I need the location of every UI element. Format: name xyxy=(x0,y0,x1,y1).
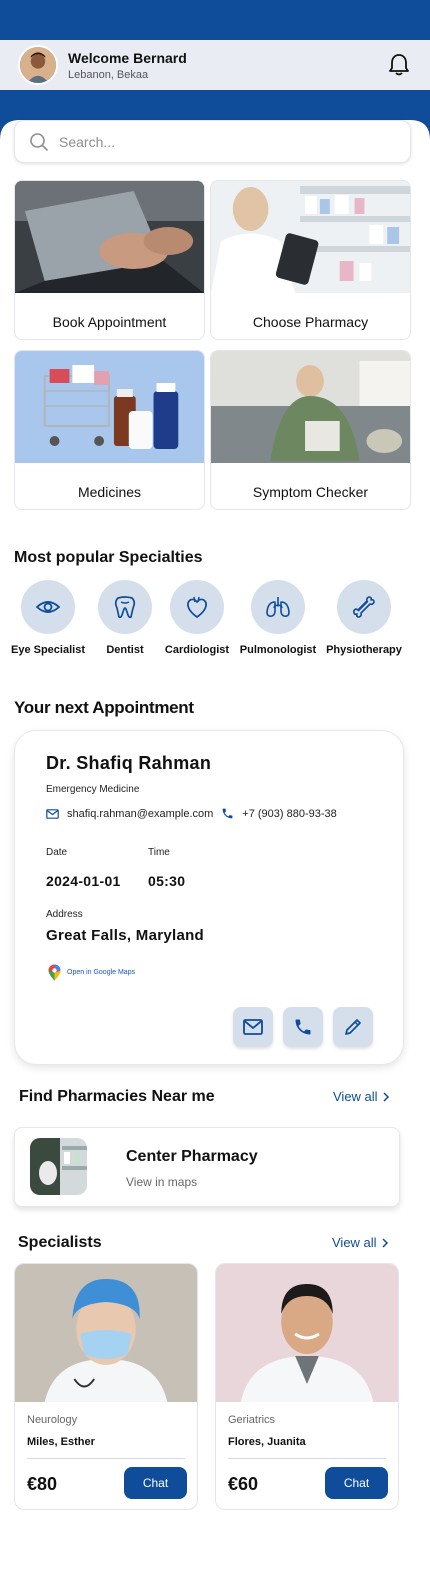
chevron-right-icon xyxy=(383,1091,389,1102)
pharmacy-image xyxy=(211,181,410,293)
pharmacy-item[interactable]: Center Pharmacy View in maps xyxy=(14,1127,400,1207)
medicines-image xyxy=(15,351,204,463)
call-button[interactable] xyxy=(283,1007,323,1047)
specialists-view-all[interactable]: View all xyxy=(332,1235,389,1250)
laptop-image xyxy=(15,181,204,293)
welcome-text: Welcome Bernard xyxy=(68,49,187,66)
specialist-name: Flores, Juanita xyxy=(228,1436,306,1448)
tile-label: Symptom Checker xyxy=(252,483,369,500)
mail-icon xyxy=(243,1019,263,1035)
specialist-photo xyxy=(15,1264,197,1402)
appointment-card[interactable]: Dr. Shafiq Rahman Emergency Medicine sha… xyxy=(14,730,404,1065)
pharmacy-maps-link[interactable]: View in maps xyxy=(126,1175,197,1189)
tile-label: Book Appointment xyxy=(52,313,167,330)
specialist-photo xyxy=(216,1264,398,1402)
doctor-email[interactable]: shafiq.rahman@example.com xyxy=(67,808,213,820)
specialty-cardiologist[interactable]: Cardiologist xyxy=(152,580,242,656)
specialty-label: Cardiologist xyxy=(164,644,230,656)
tile-choose-pharmacy[interactable]: Choose Pharmacy xyxy=(210,180,411,340)
search-bar[interactable] xyxy=(14,120,411,163)
appointment-actions xyxy=(233,1007,373,1047)
specialty-label: Pulmonologist xyxy=(239,644,317,656)
appointment-time: 05:30 xyxy=(148,873,186,889)
specialist-price: €80 xyxy=(27,1474,58,1494)
specialist-card[interactable]: Neurology Miles, Esther €80 Chat xyxy=(14,1263,198,1510)
specialist-category: Geriatrics xyxy=(228,1414,276,1426)
location-text: Lebanon, Bekaa xyxy=(68,68,149,81)
specialties-title: Most popular Specialties xyxy=(14,549,203,566)
bone-icon xyxy=(337,580,391,634)
mail-icon xyxy=(46,808,59,819)
specialist-card[interactable]: Geriatrics Flores, Juanita €60 Chat xyxy=(215,1263,399,1510)
specialist-price: €60 xyxy=(228,1474,259,1494)
date-label: Date xyxy=(46,847,68,858)
tile-label: Medicines xyxy=(77,483,142,500)
sick-person-image xyxy=(211,351,410,463)
header: Welcome Bernard Lebanon, Bekaa xyxy=(0,40,430,90)
phone-icon xyxy=(295,1019,311,1035)
tile-medicines[interactable]: Medicines xyxy=(14,350,205,510)
specialty-pulmonologist[interactable]: Pulmonologist xyxy=(233,580,323,656)
specialty-physiotherapy[interactable]: Physiotherapy xyxy=(319,580,409,656)
appointment-title: Your next Appointment xyxy=(14,698,194,717)
pharmacies-view-all[interactable]: View all xyxy=(333,1089,390,1104)
map-pin-icon xyxy=(48,964,61,981)
avatar[interactable] xyxy=(18,45,58,85)
google-maps-text: Open in Google Maps xyxy=(67,969,136,976)
google-maps-link[interactable]: Open in Google Maps xyxy=(48,964,135,981)
specialist-name: Miles, Esther xyxy=(27,1436,95,1448)
doctor-name: Dr. Shafiq Rahman xyxy=(46,753,212,773)
appointment-date: 2024-01-01 xyxy=(46,873,121,889)
eye-icon xyxy=(21,580,75,634)
pencil-icon xyxy=(345,1019,361,1035)
user-avatar-icon xyxy=(20,47,56,83)
card-divider xyxy=(27,1458,185,1459)
doctor-phone[interactable]: +7 (903) 880-93-38 xyxy=(242,808,336,820)
tile-label: Choose Pharmacy xyxy=(252,313,369,330)
chat-button[interactable]: Chat xyxy=(124,1467,187,1499)
specialties-list: Eye Specialist Dentist Cardiologist Pulm… xyxy=(0,580,430,660)
card-divider xyxy=(228,1458,386,1459)
appointment-address: Great Falls, Maryland xyxy=(46,927,205,944)
heart-icon xyxy=(170,580,224,634)
address-label: Address xyxy=(46,909,83,920)
tooth-icon xyxy=(98,580,152,634)
time-label: Time xyxy=(148,847,170,858)
specialist-category: Neurology xyxy=(27,1414,78,1426)
email-button[interactable] xyxy=(233,1007,273,1047)
edit-button[interactable] xyxy=(333,1007,373,1047)
phone-icon xyxy=(222,808,233,819)
doctor-contact: shafiq.rahman@example.com +7 (903) 880-9… xyxy=(46,807,337,820)
doctor-department: Emergency Medicine xyxy=(46,784,140,795)
chevron-right-icon xyxy=(382,1237,388,1248)
pharmacies-title: Find Pharmacies Near me xyxy=(19,1088,215,1105)
lungs-icon xyxy=(251,580,305,634)
search-icon xyxy=(30,132,48,151)
specialists-title: Specialists xyxy=(18,1234,102,1251)
tile-symptom-checker[interactable]: Symptom Checker xyxy=(210,350,411,510)
view-all-label: View all xyxy=(332,1235,377,1250)
tile-book-appointment[interactable]: Book Appointment xyxy=(14,180,205,340)
status-bar xyxy=(0,0,430,40)
view-all-label: View all xyxy=(333,1089,378,1104)
search-input[interactable] xyxy=(59,133,396,150)
pharmacy-name: Center Pharmacy xyxy=(126,1148,258,1165)
pharmacy-thumbnail xyxy=(30,1138,87,1195)
bell-icon[interactable] xyxy=(386,52,412,78)
chat-button[interactable]: Chat xyxy=(325,1467,388,1499)
specialty-label: Physiotherapy xyxy=(326,644,402,656)
